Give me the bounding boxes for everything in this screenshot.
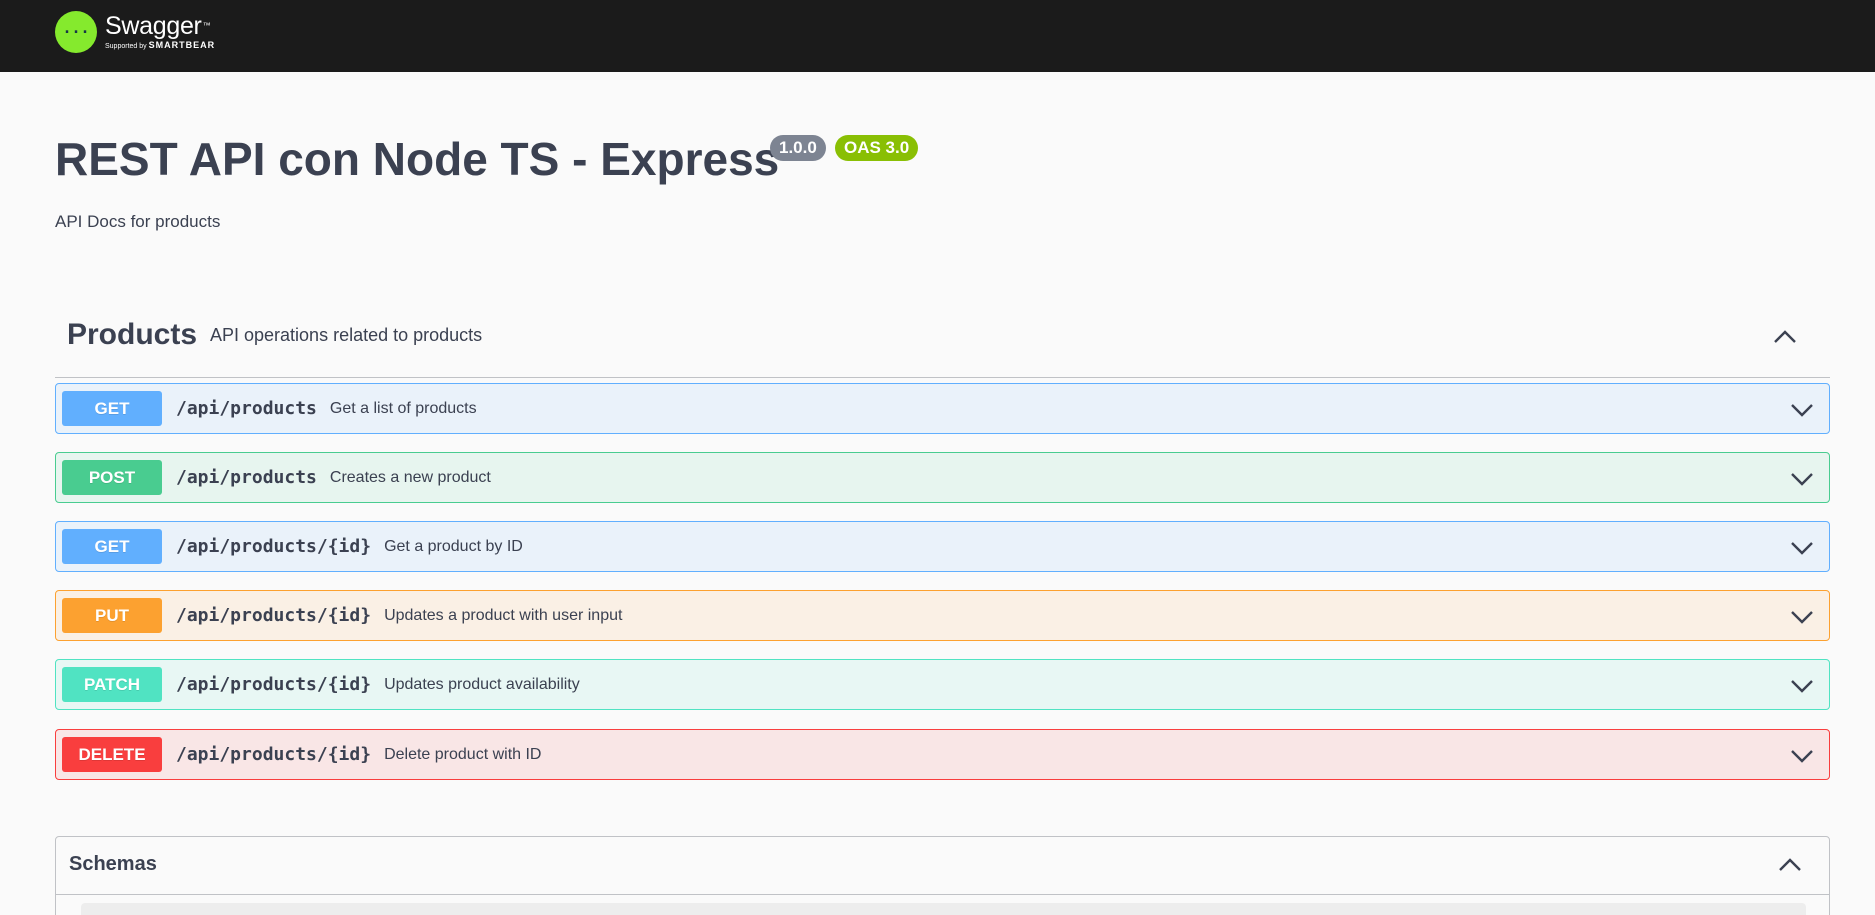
chevron-up-icon[interactable] <box>1776 851 1804 879</box>
tag-name: Products <box>67 318 198 351</box>
chevron-down-icon[interactable] <box>1789 743 1815 769</box>
chevron-up-icon[interactable] <box>1770 322 1800 352</box>
logo-supported-by: Supported by <box>105 43 147 50</box>
operation-path: /api/products <box>176 398 317 419</box>
curly-braces-logo-icon: {···} <box>55 11 97 53</box>
logo-tm: ™ <box>202 21 211 30</box>
operation-path: /api/products/{id} <box>176 674 372 695</box>
svg-text:{···}: {···} <box>62 23 90 41</box>
chevron-down-icon[interactable] <box>1789 397 1815 423</box>
method-badge: PUT <box>62 598 162 633</box>
operation-post-products[interactable]: POST /api/products Creates a new product <box>55 452 1830 503</box>
operation-get-product-by-id[interactable]: GET /api/products/{id} Get a product by … <box>55 521 1830 572</box>
operation-path: /api/products <box>176 467 317 488</box>
swagger-logo[interactable]: {···} Swagger™ Supported by SMARTBEAR <box>55 11 215 53</box>
operation-path: /api/products/{id} <box>176 536 372 557</box>
chevron-down-icon[interactable] <box>1789 466 1815 492</box>
schemas-section: Schemas <box>55 836 1830 915</box>
operation-summary: Delete product with ID <box>384 745 542 763</box>
operation-path: /api/products/{id} <box>176 605 372 626</box>
method-badge: PATCH <box>62 667 162 702</box>
api-title: REST API con Node TS - Express <box>55 133 780 185</box>
version-badge: 1.0.0 <box>770 135 826 161</box>
schema-item[interactable] <box>81 903 1806 915</box>
api-description: API Docs for products <box>55 212 221 231</box>
operation-delete-product[interactable]: DELETE /api/products/{id} Delete product… <box>55 729 1830 780</box>
chevron-down-icon[interactable] <box>1789 604 1815 630</box>
tag-section-products[interactable]: Products API operations related to produ… <box>55 310 1830 378</box>
logo-name: Swagger <box>105 12 202 40</box>
operation-patch-product[interactable]: PATCH /api/products/{id} Updates product… <box>55 659 1830 710</box>
operation-summary: Updates a product with user input <box>384 606 623 624</box>
operation-get-products[interactable]: GET /api/products Get a list of products <box>55 383 1830 434</box>
top-bar: {···} Swagger™ Supported by SMARTBEAR <box>0 0 1875 72</box>
chevron-down-icon[interactable] <box>1789 673 1815 699</box>
method-badge: GET <box>62 529 162 564</box>
schemas-title: Schemas <box>69 853 157 875</box>
tag-description: API operations related to products <box>210 325 483 345</box>
method-badge: DELETE <box>62 737 162 772</box>
method-badge: GET <box>62 391 162 426</box>
operation-put-product[interactable]: PUT /api/products/{id} Updates a product… <box>55 590 1830 641</box>
method-badge: POST <box>62 460 162 495</box>
chevron-down-icon[interactable] <box>1789 535 1815 561</box>
operation-summary: Creates a new product <box>329 468 491 486</box>
schemas-header[interactable]: Schemas <box>56 837 1829 895</box>
operation-summary: Get a product by ID <box>384 537 523 555</box>
operation-path: /api/products/{id} <box>176 744 372 765</box>
logo-company: SMARTBEAR <box>148 40 216 50</box>
logo-text: Swagger™ Supported by SMARTBEAR <box>105 13 215 51</box>
operation-summary: Get a list of products <box>329 399 477 417</box>
oas-badge: OAS 3.0 <box>835 135 919 161</box>
operation-summary: Updates product availability <box>384 675 580 693</box>
